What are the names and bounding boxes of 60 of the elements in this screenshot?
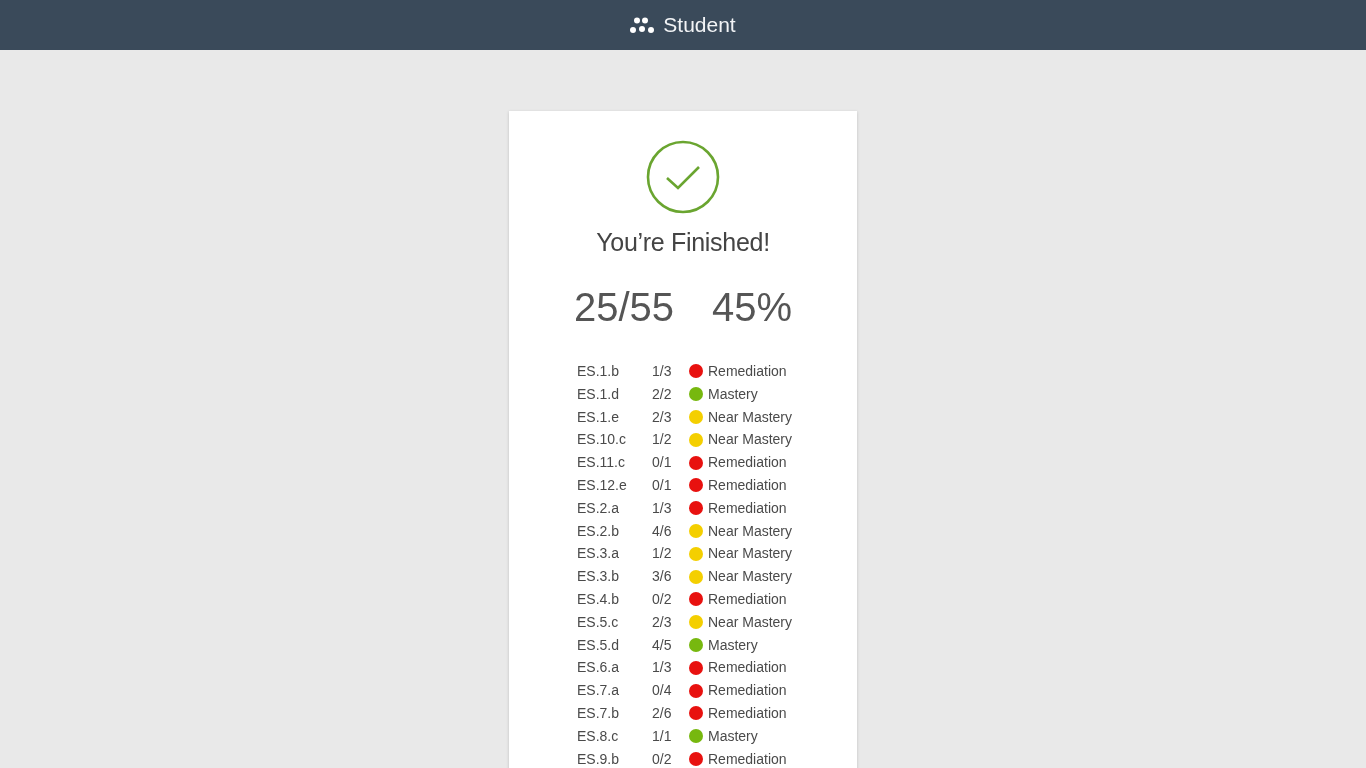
mastery-status: Remediation (708, 498, 788, 518)
mastery-status: Remediation (708, 362, 788, 381)
standard-score: 1/3 (652, 658, 673, 678)
mastery-status: Remediation (708, 681, 788, 701)
mastery-status: Mastery (708, 384, 759, 404)
standard-code: ES.5.d (577, 635, 620, 655)
standard-code: ES.8.c (577, 726, 620, 746)
standard-score: 0/2 (652, 589, 673, 609)
standard-code: ES.12.e (577, 476, 628, 495)
mastery-status: Near Mastery (708, 544, 792, 564)
standard-score: 1/2 (652, 430, 673, 450)
standard-score: 0/2 (652, 749, 673, 768)
standard-code: ES.7.b (577, 703, 620, 723)
standard-score: 1/3 (652, 498, 673, 518)
standard-score: 4/5 (652, 635, 673, 655)
standard-code: ES.2.a (577, 498, 620, 518)
standard-score: 1/2 (652, 544, 673, 564)
app-title: Student (663, 13, 736, 37)
standard-code: ES.10.c (577, 430, 627, 450)
mastery-status: Remediation (708, 658, 788, 678)
standard-score: 2/6 (652, 703, 673, 723)
standard-code: ES.4.b (577, 589, 620, 609)
standard-code: ES.7.a (577, 681, 620, 701)
mastery-status: Near Mastery (708, 567, 792, 587)
mastery-status: Remediation (708, 453, 788, 473)
mastery-status: Near Mastery (708, 407, 792, 427)
mastery-status: Remediation (708, 476, 788, 495)
standard-code: ES.5.c (577, 612, 620, 632)
mastery-status: Mastery (708, 635, 759, 655)
mastery-status: Remediation (708, 589, 788, 609)
mastery-status: Mastery (708, 726, 759, 746)
standard-score: 2/2 (652, 384, 673, 404)
standard-score: 0/1 (652, 453, 673, 473)
standard-score: 1/1 (652, 726, 673, 746)
score-percent: 45% (712, 285, 793, 330)
standard-code: ES.1.e (577, 407, 620, 427)
mastery-status: Remediation (708, 749, 788, 768)
standard-code: ES.2.b (577, 521, 620, 541)
standard-score: 2/3 (652, 612, 673, 632)
standard-score: 2/3 (652, 407, 673, 427)
standard-code: ES.1.b (577, 362, 620, 381)
check-circle-icon (646, 140, 720, 214)
standard-score: 0/4 (652, 681, 673, 701)
standard-score: 0/1 (652, 476, 673, 495)
mastery-status: Near Mastery (708, 521, 792, 541)
standard-code: ES.3.a (577, 544, 620, 564)
standard-code: ES.6.a (577, 658, 620, 678)
mastery-status: Remediation (708, 703, 788, 723)
finished-heading: You’re Finished! (596, 228, 770, 257)
standard-code: ES.3.b (577, 567, 620, 587)
standard-score: 4/6 (652, 521, 673, 541)
standard-code: ES.1.d (577, 384, 620, 404)
mastery-status: Near Mastery (708, 612, 792, 632)
dots-logo-icon (630, 16, 656, 34)
standard-code: ES.11.c (577, 453, 626, 473)
mastery-status: Near Mastery (708, 430, 792, 450)
standard-code: ES.9.b (577, 749, 620, 768)
standard-score: 1/3 (652, 362, 673, 381)
standard-score: 3/6 (652, 567, 673, 587)
score-fraction: 25/55 (573, 285, 674, 330)
